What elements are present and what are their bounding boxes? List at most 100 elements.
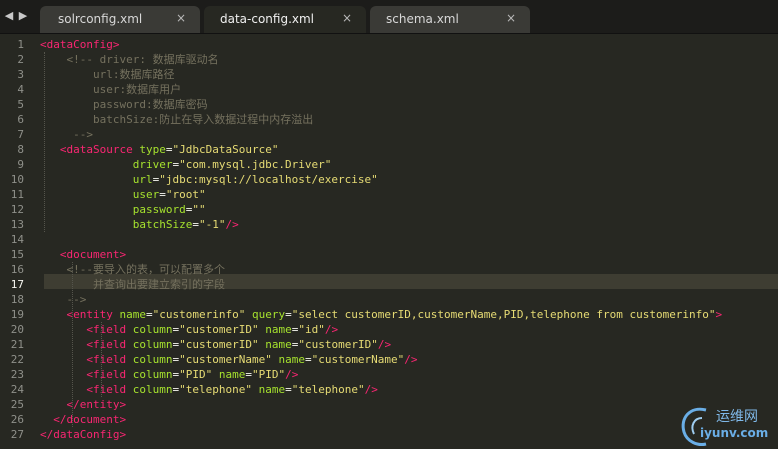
tab-schema[interactable]: schema.xml × xyxy=(370,6,530,33)
code-token: > xyxy=(112,38,120,51)
code-line: batchSize="-1"/> xyxy=(40,217,239,232)
code-token: /> xyxy=(377,338,392,351)
code-token: </entity> xyxy=(66,398,127,411)
code-line: <field column="telephone" name="telephon… xyxy=(40,382,378,397)
code-token: "jdbc:mysql://localhost/exercise" xyxy=(159,173,378,186)
tab-solrconfig[interactable]: solrconfig.xml × xyxy=(40,6,200,33)
code-token: "customerID" xyxy=(298,338,378,351)
line-number: 24 xyxy=(10,383,24,396)
code-token: "id" xyxy=(298,323,325,336)
code-token: "PID" xyxy=(251,368,286,381)
tab-scroll-right-icon[interactable]: ▶ xyxy=(18,10,28,22)
code-token: <field xyxy=(86,338,127,351)
code-token: </document> xyxy=(53,413,127,426)
code-token: type xyxy=(139,143,166,156)
watermark: 运维网 iyunv.com xyxy=(676,404,776,448)
code-token: > xyxy=(715,308,723,321)
code-token: user xyxy=(132,188,160,201)
code-token: column xyxy=(132,323,173,336)
code-token: = xyxy=(285,308,292,321)
line-number: 9 xyxy=(17,158,24,171)
code-token: 并查询出要建立索引的字段 xyxy=(92,278,225,291)
code-token: batchSize xyxy=(132,218,193,231)
code-token: <field xyxy=(86,368,127,381)
code-line: <dataSource type="JdbcDataSource" xyxy=(40,142,279,157)
code-line: url:数据库路径 xyxy=(40,67,175,82)
code-token: query xyxy=(251,308,286,321)
code-area[interactable]: <dataConfig> <!-- driver: 数据库驱动名 url:数据库… xyxy=(40,34,778,449)
code-token: name xyxy=(258,383,286,396)
line-number: 6 xyxy=(17,113,24,126)
code-token: <field xyxy=(86,353,127,366)
code-token: "JdbcDataSource" xyxy=(172,143,279,156)
code-line: <entity name="customerinfo" query="selec… xyxy=(40,307,723,322)
close-icon[interactable]: × xyxy=(506,11,516,25)
line-number-gutter: 1 2 3 4 5 6 7 8 9 10 11 12 13 14 15 16 17 18 19 20 21 22 23 24 2… xyxy=(0,34,30,449)
code-token: /> xyxy=(364,383,378,396)
line-number: 16 xyxy=(10,263,24,276)
code-token: password xyxy=(132,203,186,216)
code-token: = xyxy=(145,308,153,321)
tab-scroll-left-icon[interactable]: ◀ xyxy=(4,10,14,22)
code-token: /> xyxy=(285,368,299,381)
tab-bar: ◀ ▶ solrconfig.xml × data-config.xml × s… xyxy=(0,0,778,34)
line-number: 3 xyxy=(17,68,24,81)
code-token: "com.mysql.jdbc.Driver" xyxy=(179,158,332,171)
line-number: 20 xyxy=(10,323,24,336)
code-token: column xyxy=(132,383,173,396)
code-line: <field column="customerID" name="id"/> xyxy=(40,322,338,337)
code-token: "telephone" xyxy=(291,383,365,396)
line-number: 21 xyxy=(10,338,24,351)
code-line: user="root" xyxy=(40,187,206,202)
code-token: name xyxy=(265,338,292,351)
code-token: url xyxy=(132,173,153,186)
code-line: password="" xyxy=(40,202,206,217)
indent-guide xyxy=(44,52,45,232)
code-token: driver xyxy=(132,158,173,171)
code-token: column xyxy=(132,353,173,366)
tab-data-config[interactable]: data-config.xml × xyxy=(204,6,366,33)
code-line: <dataConfig> xyxy=(40,37,119,52)
code-token: </dataConfig> xyxy=(40,428,127,441)
line-number: 18 xyxy=(10,293,24,306)
code-line: user:数据库用户 xyxy=(40,82,181,97)
line-number: 27 xyxy=(10,428,24,441)
code-token: password:数据库密码 xyxy=(92,98,208,111)
line-number: 2 xyxy=(17,53,24,66)
code-token: "select customerID,customerName,PID,tele… xyxy=(291,308,716,321)
line-number: 8 xyxy=(17,143,24,156)
code-editor[interactable]: 1 2 3 4 5 6 7 8 9 10 11 12 13 14 15 16 17 18 19 20 21 22 23 24 2… xyxy=(0,34,778,449)
code-token: "telephone" xyxy=(179,383,252,396)
line-number: 13 xyxy=(10,218,24,231)
line-number: 7 xyxy=(17,128,24,141)
line-number: 26 xyxy=(10,413,24,426)
line-number: 12 xyxy=(10,203,24,216)
close-icon[interactable]: × xyxy=(176,11,186,25)
code-token: "root" xyxy=(165,188,206,201)
code-token: <field xyxy=(86,383,127,396)
code-token: name xyxy=(278,353,305,366)
code-token: name xyxy=(265,323,292,336)
code-token: column xyxy=(132,338,173,351)
close-icon[interactable]: × xyxy=(342,11,352,25)
code-token: <!-- driver: 数据库驱动名 xyxy=(66,53,219,66)
code-line: <document> xyxy=(40,247,126,262)
tab-label: schema.xml xyxy=(386,12,459,26)
tab-label: solrconfig.xml xyxy=(58,12,143,26)
code-line: --> xyxy=(40,127,93,142)
code-line: <!-- driver: 数据库驱动名 xyxy=(40,52,219,67)
code-token: <document> xyxy=(59,248,127,261)
code-token: <entity xyxy=(66,308,113,321)
code-line: <field column="PID" name="PID"/> xyxy=(40,367,298,382)
code-token: = xyxy=(245,368,252,381)
code-line: </entity> xyxy=(40,397,127,412)
line-number: 17 xyxy=(10,278,24,291)
code-token: "PID" xyxy=(179,368,213,381)
indent-guide xyxy=(72,262,74,427)
code-line: <!--要导入的表，可以配置多个 xyxy=(40,262,226,277)
